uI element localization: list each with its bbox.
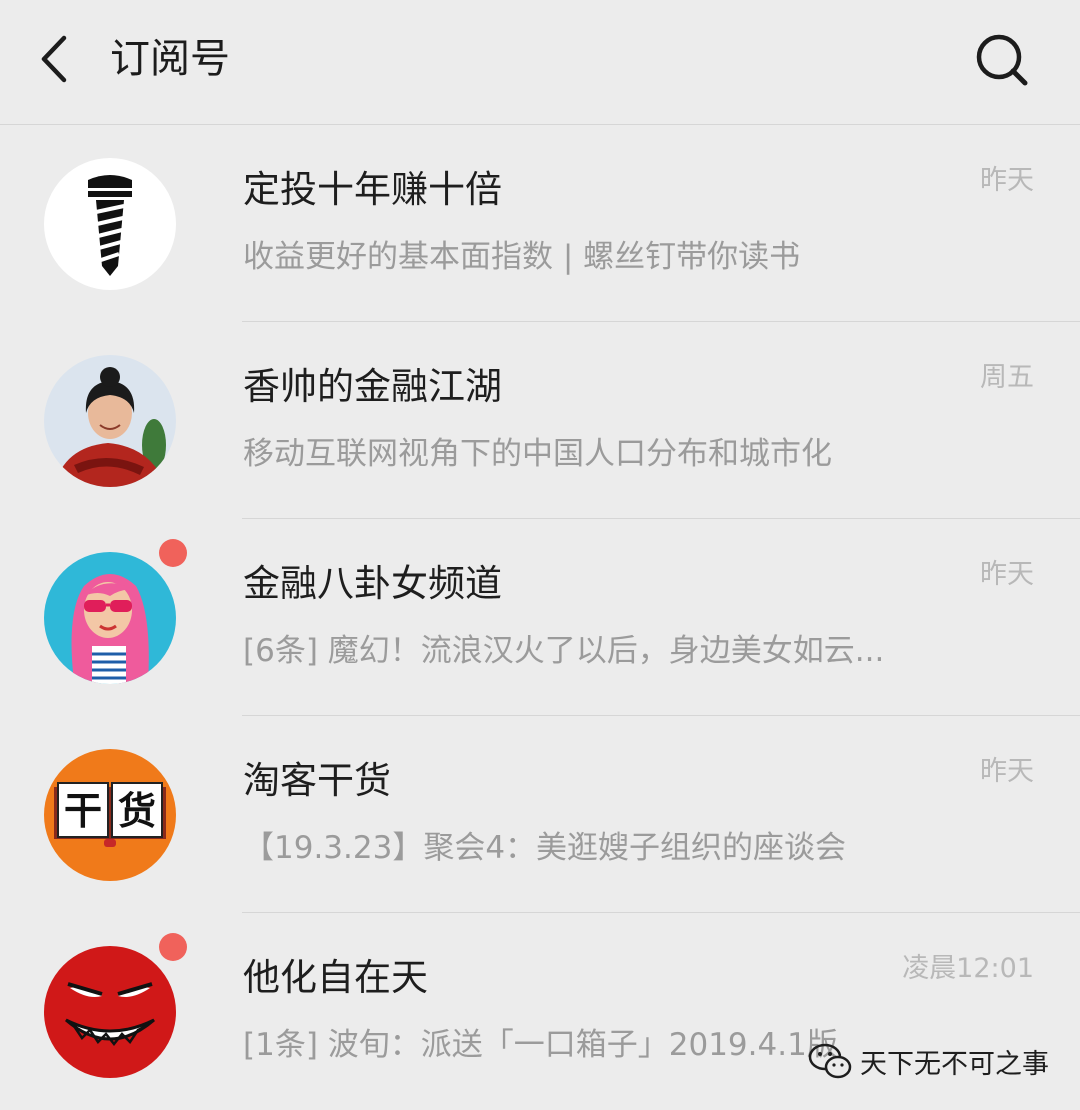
- unread-badge: [159, 933, 187, 961]
- ganhuo-book-avatar: 干 货: [44, 749, 176, 881]
- item-name: 他化自在天: [243, 956, 428, 999]
- item-name: 香帅的金融江湖: [243, 365, 502, 408]
- unread-badge: [159, 539, 187, 567]
- watermark-text: 天下无不可之事: [860, 1048, 1049, 1080]
- list-item[interactable]: 干 货 淘客干货 【19.3.23】聚会4：美逛嫂子组织的座谈会 昨天: [0, 716, 1080, 913]
- back-button[interactable]: [30, 30, 82, 88]
- woman-photo-avatar: [44, 355, 176, 487]
- screw-avatar: [44, 158, 176, 290]
- item-preview: 收益更好的基本面指数 | 螺丝钉带你读书: [243, 239, 801, 275]
- watermark: 天下无不可之事: [808, 1038, 1049, 1084]
- item-preview: [6条] 魔幻！流浪汉火了以后，身边美女如云...: [243, 633, 885, 669]
- item-time: 周五: [980, 362, 1034, 393]
- wechat-icon: [808, 1043, 852, 1079]
- item-preview: 移动互联网视角下的中国人口分布和城市化: [243, 436, 832, 472]
- search-button[interactable]: [970, 28, 1034, 92]
- item-time: 昨天: [980, 559, 1034, 590]
- item-time: 昨天: [980, 756, 1034, 787]
- page-title: 订阅号: [110, 36, 230, 82]
- avatar-text-right: 货: [118, 789, 156, 833]
- devil-face-avatar: [44, 946, 176, 1078]
- item-name: 定投十年赚十倍: [243, 168, 502, 211]
- chevron-left-icon: [41, 35, 67, 83]
- item-preview: 【19.3.23】聚会4：美逛嫂子组织的座谈会: [243, 830, 847, 866]
- item-time: 凌晨12:01: [902, 953, 1034, 984]
- item-name: 金融八卦女频道: [243, 562, 502, 605]
- list-item[interactable]: 定投十年赚十倍 收益更好的基本面指数 | 螺丝钉带你读书 昨天: [0, 125, 1080, 322]
- search-icon: [976, 34, 1028, 86]
- avatar-text-left: 干: [64, 789, 102, 833]
- subscription-list: 定投十年赚十倍 收益更好的基本面指数 | 螺丝钉带你读书 昨天 香帅的金融江湖 …: [0, 125, 1080, 1110]
- item-name: 淘客干货: [243, 759, 391, 802]
- item-time: 昨天: [980, 165, 1034, 196]
- top-bar: 订阅号: [0, 0, 1080, 125]
- list-item[interactable]: 香帅的金融江湖 移动互联网视角下的中国人口分布和城市化 周五: [0, 322, 1080, 519]
- cartoon-girl-avatar: [44, 552, 176, 684]
- item-preview: [1条] 波旬：派送「一口箱子」2019.4.1版: [243, 1027, 838, 1063]
- list-item[interactable]: 金融八卦女频道 [6条] 魔幻！流浪汉火了以后，身边美女如云... 昨天: [0, 519, 1080, 716]
